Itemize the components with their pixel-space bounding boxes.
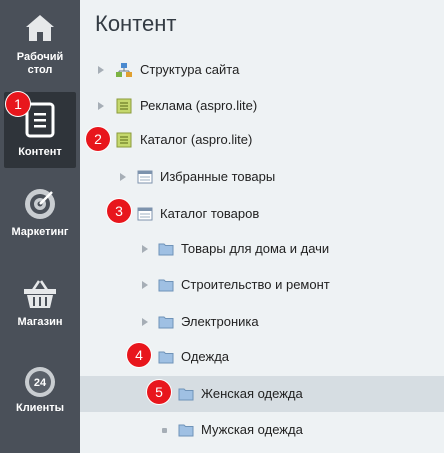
tree-item-label: Каталог (aspro.lite) <box>140 132 253 147</box>
tree-item-catalog-aspro[interactable]: Каталог (aspro.lite) <box>80 122 444 158</box>
page-title: Контент <box>95 11 177 36</box>
sidebar-item-shop[interactable]: Магазин <box>0 270 80 340</box>
folder-icon <box>158 351 174 364</box>
tree-item-label: Товары для дома и дачи <box>181 241 330 256</box>
tree-item-label: Мужская одежда <box>201 422 303 437</box>
folder-icon <box>158 243 174 256</box>
target-icon <box>25 189 55 219</box>
tree-item-ads[interactable]: Реклама (aspro.lite) <box>80 88 444 124</box>
sidebar-item-label: Клиенты <box>15 402 64 414</box>
annotation-badge: 5 <box>147 380 171 404</box>
tree-item-label: Одежда <box>181 349 230 364</box>
tree-item-label: Строительство и ремонт <box>181 277 330 292</box>
tree-item-womens-clothing[interactable]: Женская одежда <box>80 376 444 412</box>
iblock-list-icon <box>137 170 153 184</box>
tree-item-label: Структура сайта <box>140 62 240 77</box>
annotation-badge: 3 <box>107 199 131 223</box>
annotation-badge: 4 <box>127 343 151 367</box>
folder-icon <box>178 388 194 401</box>
sidebar-item-label: Магазин <box>17 316 63 328</box>
expand-arrow-icon[interactable] <box>98 102 104 110</box>
tree-item-products-catalog[interactable]: Каталог товаров <box>80 196 444 232</box>
expand-arrow-icon[interactable] <box>98 66 104 74</box>
tree-item-home-garden[interactable]: Товары для дома и дачи <box>80 231 444 267</box>
tree-item-site-structure[interactable]: Структура сайта <box>80 52 444 88</box>
home-icon <box>26 15 54 41</box>
tree-item-label: Женская одежда <box>201 386 303 401</box>
tree-item-label: Реклама (aspro.lite) <box>140 98 258 113</box>
expand-arrow-icon[interactable] <box>142 245 148 253</box>
sidebar-item-label: Маркетинг <box>11 226 69 238</box>
sidebar-item-desktop[interactable]: Рабочий стол <box>0 0 80 90</box>
sidebar-item-label: Рабочий <box>16 51 64 63</box>
folder-icon <box>158 279 174 292</box>
folder-icon <box>178 424 194 437</box>
annotation-badge: 2 <box>86 127 110 151</box>
folder-icon <box>158 316 174 329</box>
tree-item-label: Электроника <box>181 314 259 329</box>
main-panel: Контент Структура сайта Реклама (aspro.l… <box>80 0 444 453</box>
iblock-list-icon <box>137 207 153 221</box>
annotation-badge: 1 <box>6 92 30 116</box>
tree-item-favorite-products[interactable]: Избранные товары <box>80 159 444 195</box>
sidebar-item-label: Контент <box>18 146 62 158</box>
clock-24-icon: 24 <box>25 367 55 397</box>
tree-item-label: Избранные товары <box>160 169 276 184</box>
tree-item-construction[interactable]: Строительство и ремонт <box>80 267 444 303</box>
iblock-type-icon <box>116 98 132 114</box>
tree-item-mens-clothing[interactable]: Мужская одежда <box>80 412 444 448</box>
expand-arrow-icon[interactable] <box>142 318 148 326</box>
sidebar-item-marketing[interactable]: Маркетинг <box>0 180 80 250</box>
iblock-type-icon <box>116 132 132 148</box>
sidebar: Рабочий стол Контент Маркетинг Магазин 2… <box>0 0 80 453</box>
leaf-bullet-icon <box>162 428 167 433</box>
expand-arrow-icon[interactable] <box>142 281 148 289</box>
tree-item-electronics[interactable]: Электроника <box>80 304 444 340</box>
svg-text:24: 24 <box>34 377 47 389</box>
sidebar-item-clients[interactable]: 24 Клиенты <box>0 360 80 430</box>
tree-item-label: Каталог товаров <box>160 206 260 221</box>
basket-icon <box>24 280 56 308</box>
site-structure-icon <box>116 63 132 77</box>
expand-arrow-icon[interactable] <box>120 173 126 181</box>
sidebar-item-label: стол <box>27 64 53 76</box>
